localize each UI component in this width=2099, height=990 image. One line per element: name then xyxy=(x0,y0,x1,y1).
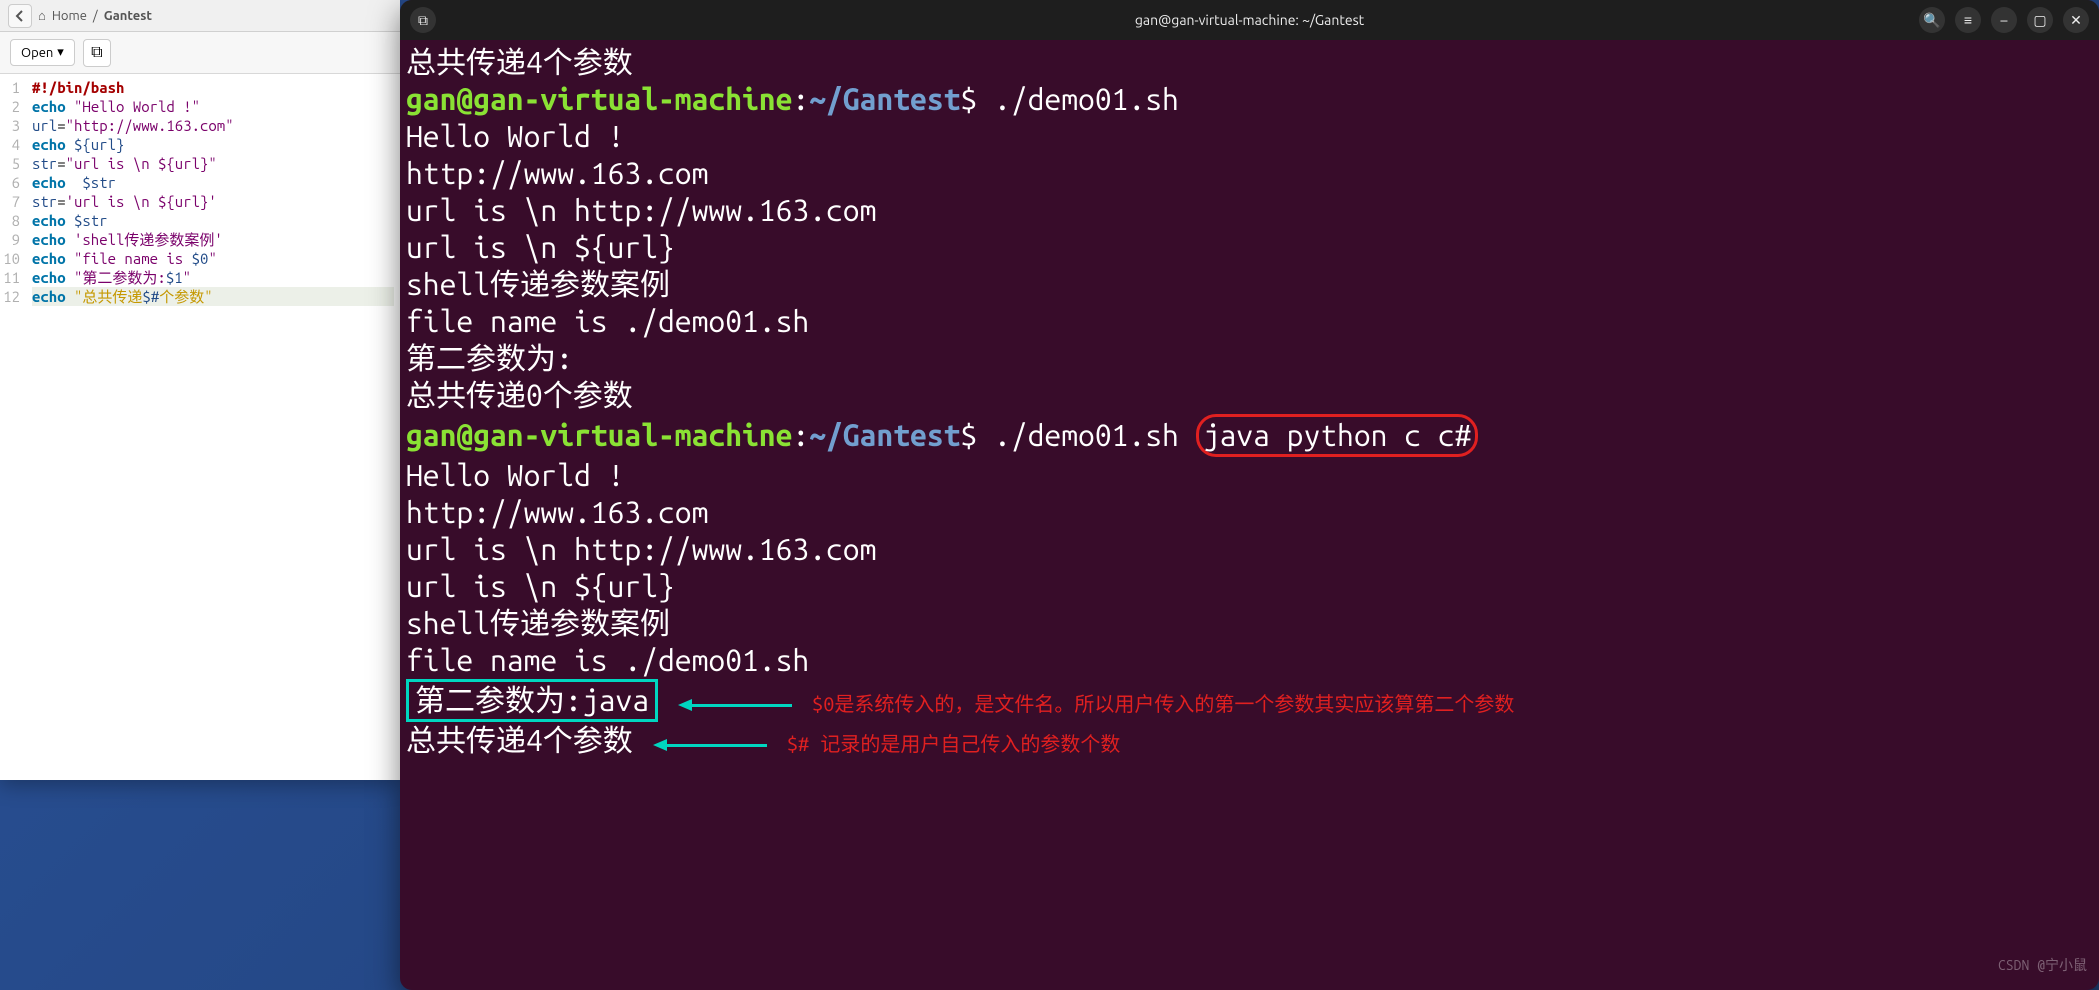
terminal-search-button[interactable]: 🔍 xyxy=(1919,7,1945,33)
code-shebang: #!/bin/bash xyxy=(32,79,124,96)
annotation-cyan-box: 第二参数为:java xyxy=(406,679,658,722)
open-label: Open xyxy=(21,46,53,60)
terminal-output: url is \n ${url} xyxy=(406,229,2093,266)
editor-header: ⌂ Home / Gantest xyxy=(0,0,400,32)
editor-window: ⌂ Home / Gantest Open ▾ ⧉ 12 34 56 78 91… xyxy=(0,0,400,780)
minimize-icon: – xyxy=(2001,12,2008,28)
terminal-output: url is \n http://www.163.com xyxy=(406,531,2093,568)
new-tab-button[interactable]: ⧉ xyxy=(83,39,111,67)
terminal-menu-button[interactable]: ≡ xyxy=(1955,7,1981,33)
terminal-command: ./demo01.sh xyxy=(994,82,1179,116)
open-button[interactable]: Open ▾ xyxy=(10,39,75,66)
terminal-output: url is \n http://www.163.com xyxy=(406,192,2093,229)
terminal-output: url is \n ${url} xyxy=(406,568,2093,605)
terminal-output: file name is ./demo01.sh xyxy=(406,642,2093,679)
terminal-command: ./demo01.sh xyxy=(994,418,1196,452)
terminal-output: 总共传递4个参数 xyxy=(406,44,2093,81)
new-tab-icon: ⧉ xyxy=(418,12,428,29)
editor-body[interactable]: 12 34 56 78 910 1112 #!/bin/bash echo "H… xyxy=(0,74,400,780)
breadcrumb-home[interactable]: Home xyxy=(52,9,87,23)
terminal-output: shell传递参数案例 xyxy=(406,266,2093,303)
breadcrumb: ⌂ Home / Gantest xyxy=(38,8,152,23)
line-number-gutter: 12 34 56 78 910 1112 xyxy=(0,74,26,780)
terminal-output: Hello World ! xyxy=(406,118,2093,155)
close-icon: ✕ xyxy=(2070,12,2082,29)
annotation-note: $# 记录的是用户自己传入的参数个数 xyxy=(787,732,1121,755)
terminal-output: 第二参数为: xyxy=(406,340,2093,377)
watermark: CSDN @宁小鼠 xyxy=(1998,947,2087,984)
editor-toolbar: Open ▾ ⧉ xyxy=(0,32,400,74)
window-minimize-button[interactable]: – xyxy=(1991,7,2017,33)
annotation-red-box: java python c c# xyxy=(1196,414,1479,457)
terminal-title: gan@gan-virtual-machine: ~/Gantest xyxy=(1135,12,1364,28)
home-icon: ⌂ xyxy=(38,8,46,23)
terminal-output: shell传递参数案例 xyxy=(406,605,2093,642)
terminal-output: 总共传递4个参数$# 记录的是用户自己传入的参数个数 xyxy=(406,722,2093,762)
editor-back-button[interactable] xyxy=(8,4,32,28)
code-area[interactable]: #!/bin/bash echo "Hello World !" url="ht… xyxy=(26,74,400,780)
maximize-icon: ▢ xyxy=(2033,12,2046,29)
terminal-output: http://www.163.com xyxy=(406,155,2093,192)
terminal-output: Hello World ! xyxy=(406,457,2093,494)
terminal-new-tab-button[interactable]: ⧉ xyxy=(410,7,436,33)
chevron-down-icon: ▾ xyxy=(57,45,64,60)
new-tab-icon: ⧉ xyxy=(91,43,102,62)
search-icon: 🔍 xyxy=(1923,12,1940,29)
terminal-prompt-line: gan@gan-virtual-machine:~/Gantest$ ./dem… xyxy=(406,414,2093,457)
terminal-output: file name is ./demo01.sh xyxy=(406,303,2093,340)
menu-icon: ≡ xyxy=(1964,12,1972,28)
terminal-output: 总共传递0个参数 xyxy=(406,377,2093,414)
annotation-arrow xyxy=(678,699,792,711)
terminal-output: 第二参数为:java $0是系统传入的，是文件名。所以用户传入的第一个参数其实应该… xyxy=(406,679,2093,722)
terminal-header: ⧉ gan@gan-virtual-machine: ~/Gantest 🔍 ≡… xyxy=(400,0,2099,40)
breadcrumb-folder[interactable]: Gantest xyxy=(104,9,152,23)
terminal-window: ⧉ gan@gan-virtual-machine: ~/Gantest 🔍 ≡… xyxy=(400,0,2099,990)
terminal-prompt-line: gan@gan-virtual-machine:~/Gantest$ ./dem… xyxy=(406,81,2093,118)
window-close-button[interactable]: ✕ xyxy=(2063,7,2089,33)
terminal-body[interactable]: 总共传递4个参数 gan@gan-virtual-machine:~/Gante… xyxy=(400,40,2099,990)
window-maximize-button[interactable]: ▢ xyxy=(2027,7,2053,33)
breadcrumb-separator: / xyxy=(93,9,98,23)
terminal-output: http://www.163.com xyxy=(406,494,2093,531)
annotation-arrow xyxy=(653,739,767,751)
annotation-note: $0是系统传入的，是文件名。所以用户传入的第一个参数其实应该算第二个参数 xyxy=(812,692,1514,715)
